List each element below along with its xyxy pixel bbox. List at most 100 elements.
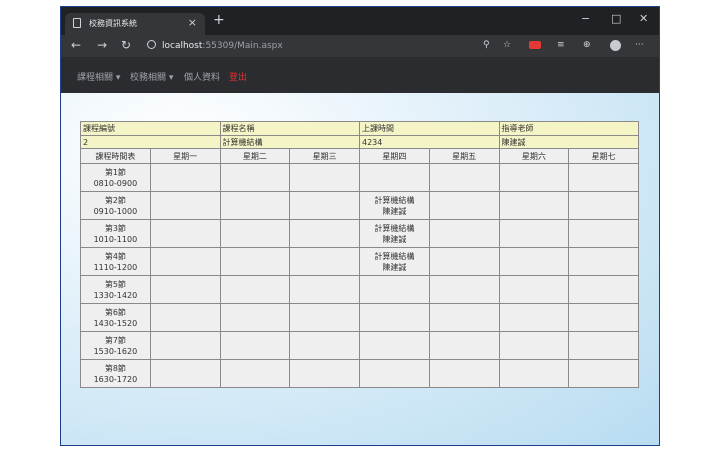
schedule-cell <box>498 303 570 332</box>
table-row: 第4節 1110-1200 計算機結構 陳建誠 <box>80 247 639 276</box>
table-row: 第2節 0910-1000 計算機結構 陳建誠 <box>80 191 639 220</box>
cell-course: 計算機結構 <box>374 223 415 233</box>
new-tab-button[interactable]: + <box>213 12 225 28</box>
schedule-cell <box>219 219 291 248</box>
table-row: 第1節 0810-0900 <box>80 163 639 192</box>
schedule-cell <box>568 219 639 248</box>
period-time: 1010-1100 <box>93 234 138 244</box>
schedule-cell <box>568 163 639 192</box>
weekday-header: 星期二 <box>219 148 291 164</box>
schedule-cell <box>359 275 430 304</box>
main-content: 課程編號 課程名稱 上課時間 指導老師 2 計算機結構 4234 陳建誠 課程時… <box>61 93 659 445</box>
schedule-cell <box>219 303 291 332</box>
schedule-cell <box>289 191 360 220</box>
schedule-cell <box>428 359 500 388</box>
browser-tab[interactable]: 校務資訊系統 × <box>65 13 205 35</box>
period-cell: 第7節 1530-1620 <box>80 331 151 360</box>
table-row: 第5節 1330-1420 <box>80 275 639 304</box>
minimize-button[interactable]: − <box>581 12 590 25</box>
schedule-cell <box>568 359 639 388</box>
info-icon[interactable] <box>147 40 156 49</box>
period-time: 1110-1200 <box>93 262 138 272</box>
schedule-cell <box>289 163 360 192</box>
schedule-table: 課程時間表 星期一 星期二 星期三 星期四 星期五 星期六 星期七 第1節 0810-0900 第… <box>80 148 639 388</box>
schedule-cell <box>498 359 570 388</box>
info-header: 課程編號 <box>80 121 221 136</box>
collections-icon[interactable]: ⊕ <box>583 40 591 50</box>
schedule-cell <box>289 303 360 332</box>
period-name: 第4節 <box>104 251 126 261</box>
period-time: 1430-1520 <box>93 318 138 328</box>
schedule-cell <box>428 331 500 360</box>
schedule-cell <box>498 247 570 276</box>
title-bar: 校務資訊系統 × + − □ ✕ <box>61 7 659 35</box>
info-header: 指導老師 <box>498 121 639 136</box>
cell-course: 計算機結構 <box>374 195 415 205</box>
menu-logout[interactable]: 登出 <box>229 70 247 83</box>
period-cell: 第6節 1430-1520 <box>80 303 151 332</box>
weekday-header: 星期一 <box>149 148 221 164</box>
schedule-corner-header: 課程時間表 <box>80 148 151 164</box>
maximize-button[interactable]: □ <box>611 12 621 25</box>
schedule-cell <box>289 275 360 304</box>
weekday-header: 星期三 <box>289 148 360 164</box>
more-icon[interactable]: ··· <box>635 40 644 50</box>
weekday-header: 星期四 <box>359 148 430 164</box>
reload-button[interactable]: ↻ <box>121 38 131 52</box>
star-icon[interactable]: ☆ <box>503 40 511 50</box>
adblock-icon[interactable] <box>529 41 541 49</box>
table-row: 第3節 1010-1100 計算機結構 陳建誠 <box>80 219 639 248</box>
search-icon[interactable]: ⚲ <box>483 40 490 50</box>
menu-profile[interactable]: 個人資料 <box>184 70 220 83</box>
schedule-cell <box>289 247 360 276</box>
schedule-cell <box>428 303 500 332</box>
menu-course[interactable]: 課程相關 ▾ <box>77 70 120 83</box>
schedule-header-row: 課程時間表 星期一 星期二 星期三 星期四 星期五 星期六 星期七 <box>80 148 639 164</box>
close-window-button[interactable]: ✕ <box>639 12 648 25</box>
schedule-cell <box>498 219 570 248</box>
period-name: 第3節 <box>104 223 126 233</box>
period-time: 1330-1420 <box>93 290 138 300</box>
period-name: 第5節 <box>104 279 126 289</box>
info-header: 課程名稱 <box>219 121 360 136</box>
period-cell: 第4節 1110-1200 <box>80 247 151 276</box>
period-cell: 第8節 1630-1720 <box>80 359 151 388</box>
schedule-cell <box>498 163 570 192</box>
schedule-cell <box>428 247 500 276</box>
period-name: 第1節 <box>104 167 126 177</box>
tab-close-icon[interactable]: × <box>188 16 197 29</box>
schedule-cell <box>149 191 221 220</box>
schedule-cell <box>219 191 291 220</box>
favorites-icon[interactable]: ≡ <box>557 40 565 50</box>
schedule-cell <box>568 191 639 220</box>
weekday-header: 星期六 <box>498 148 570 164</box>
schedule-cell <box>568 275 639 304</box>
period-name: 第6節 <box>104 307 126 317</box>
period-time: 0910-1000 <box>93 206 138 216</box>
avatar[interactable] <box>610 40 621 51</box>
site-nav: 課程相關 ▾ 校務相關 ▾ 個人資料 登出 <box>61 57 659 93</box>
address-toolbar: ← → ↻ localhost:55309/Main.aspx ⚲ ☆ ≡ ⊕ … <box>61 35 659 57</box>
forward-button[interactable]: → <box>97 38 107 52</box>
schedule-cell <box>359 303 430 332</box>
back-button[interactable]: ← <box>71 38 81 52</box>
schedule-cell: 計算機結構 陳建誠 <box>359 191 430 220</box>
address-bar[interactable]: localhost:55309/Main.aspx <box>147 40 283 51</box>
schedule-cell <box>568 247 639 276</box>
menu-school[interactable]: 校務相關 ▾ <box>130 70 173 83</box>
table-row: 第7節 1530-1620 <box>80 331 639 360</box>
period-cell: 第1節 0810-0900 <box>80 163 151 192</box>
period-time: 1630-1720 <box>93 374 138 384</box>
schedule-cell <box>149 359 221 388</box>
period-name: 第2節 <box>104 195 126 205</box>
schedule-cell <box>359 359 430 388</box>
url-host: localhost <box>162 41 203 51</box>
schedule-cell <box>219 247 291 276</box>
schedule-cell <box>359 163 430 192</box>
cell-course: 計算機結構 <box>374 251 415 261</box>
weekday-header: 星期七 <box>568 148 639 164</box>
schedule-cell <box>498 275 570 304</box>
schedule-cell <box>568 303 639 332</box>
schedule-cell <box>289 331 360 360</box>
period-name: 第7節 <box>104 335 126 345</box>
